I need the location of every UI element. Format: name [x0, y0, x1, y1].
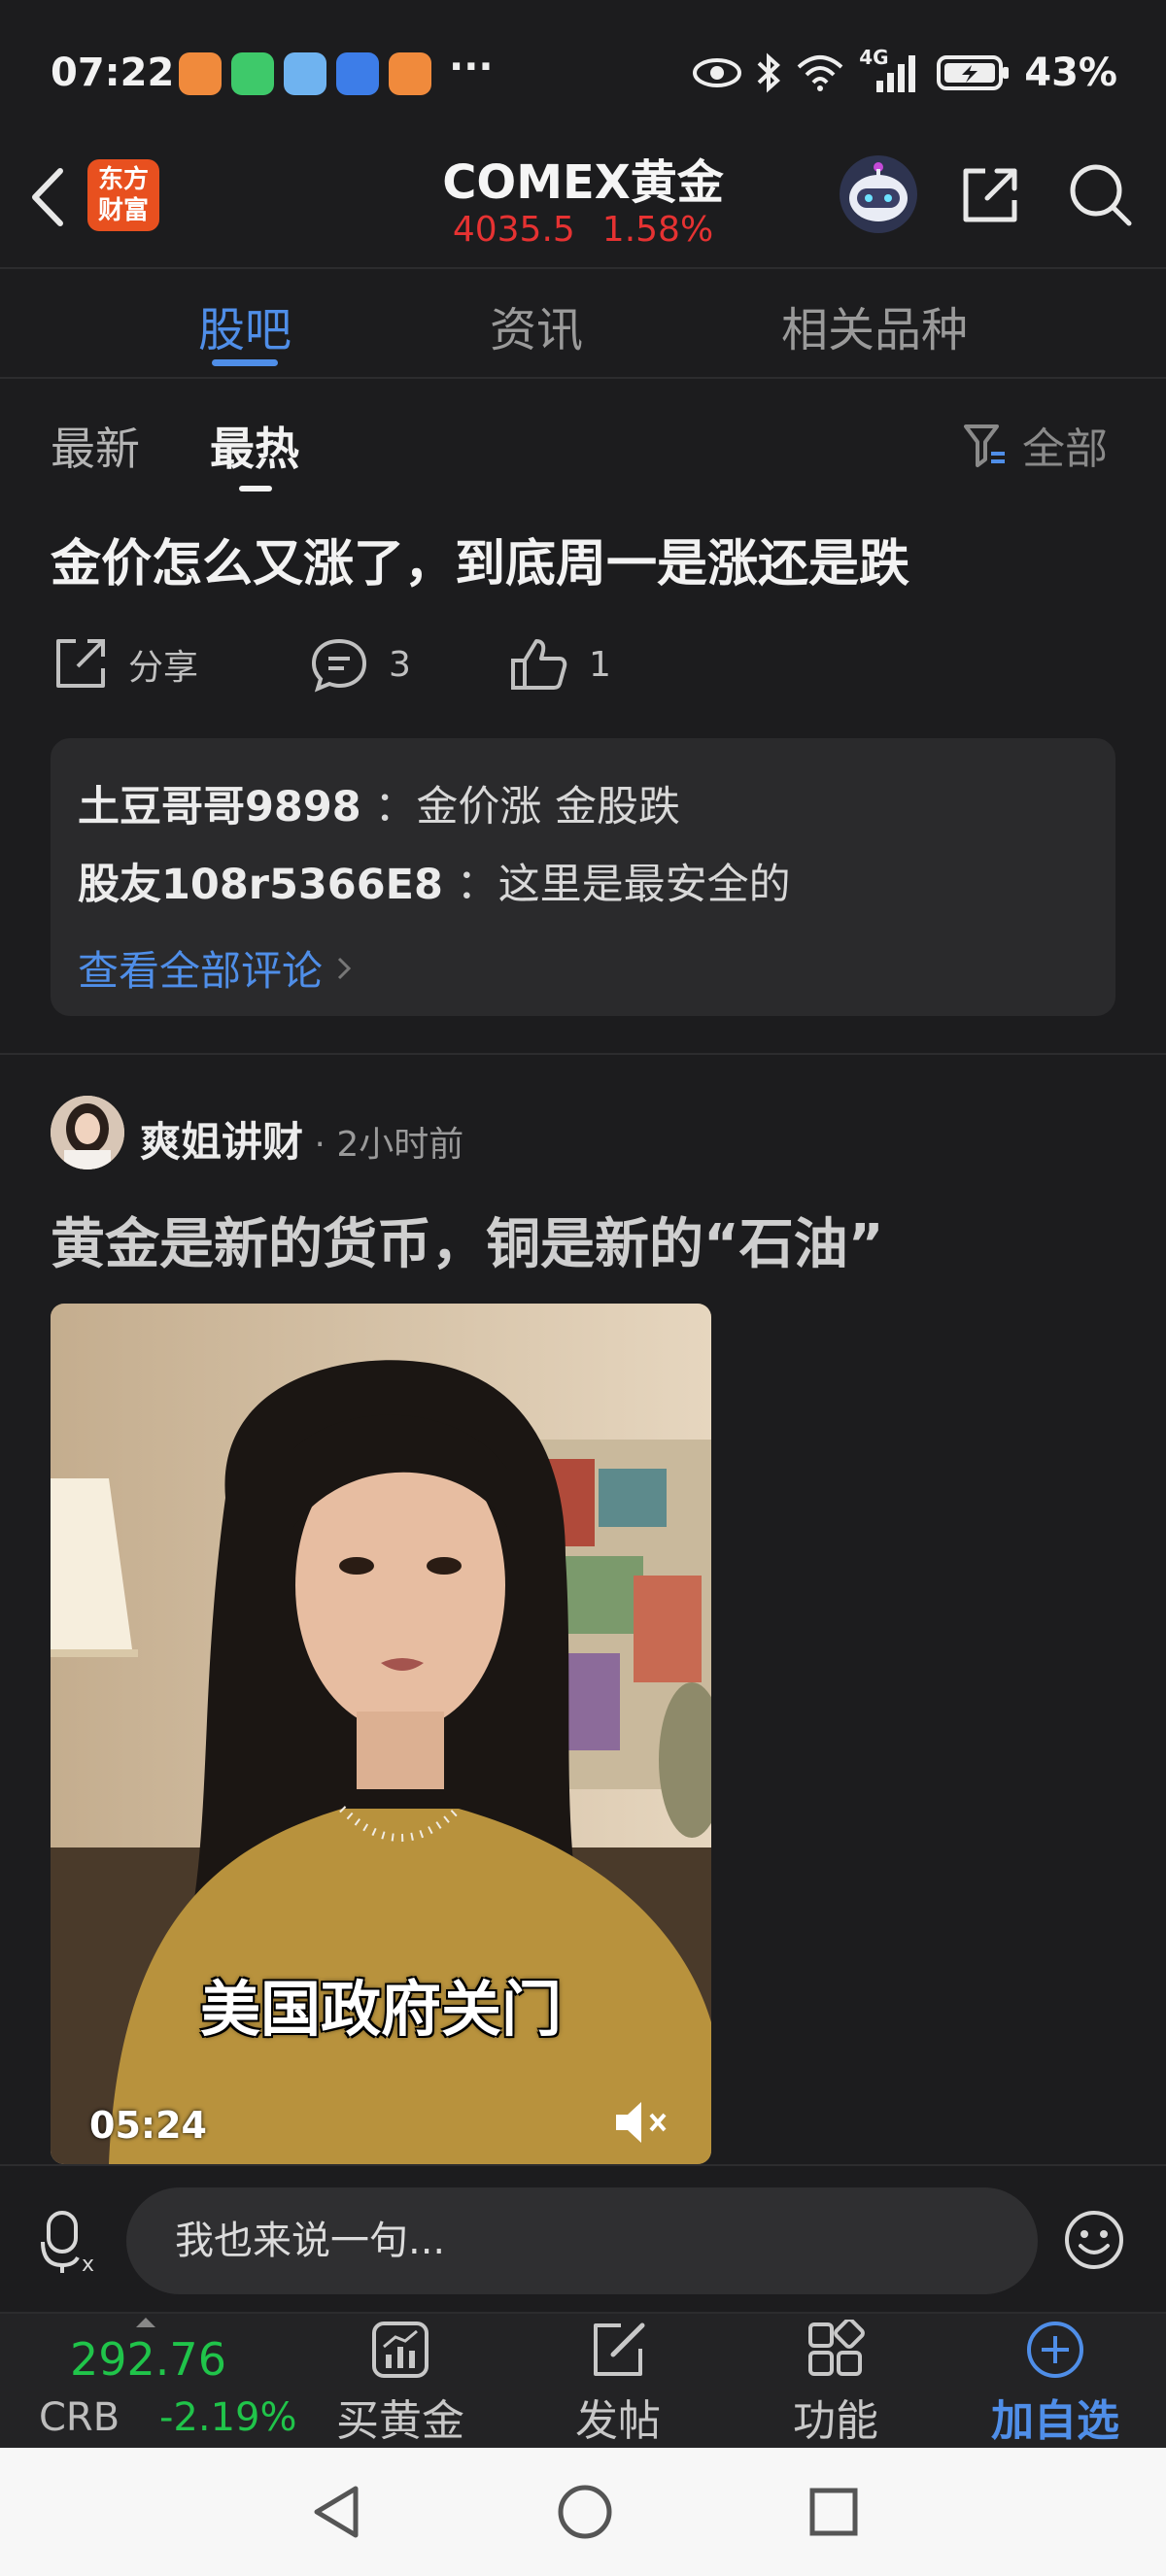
back-icon[interactable]: [25, 163, 70, 231]
edit-icon: [594, 2322, 645, 2376]
avatar[interactable]: [51, 1096, 124, 1169]
plus-circle-icon: [1027, 2322, 1083, 2378]
new-post-label: 发帖: [575, 2396, 661, 2446]
emoji-icon[interactable]: [1063, 2209, 1125, 2271]
add-watchlist-button[interactable]: 加自选: [977, 2320, 1133, 2448]
signal-icon: 4G: [859, 46, 923, 94]
see-all-comments-link[interactable]: 查看全部评论: [78, 938, 352, 998]
app-notification-icon: [389, 52, 431, 95]
like-button[interactable]: 1: [509, 635, 611, 694]
functions-label: 功能: [793, 2396, 878, 2446]
share-icon[interactable]: [958, 163, 1022, 227]
voice-input-icon[interactable]: x: [39, 2207, 101, 2275]
bottom-toolbar: 292.76 CRB -2.19% 买黄金 发帖 功能 加自选: [0, 2312, 1166, 2448]
share-icon: [56, 639, 105, 688]
post-actions: 分享 3 1: [51, 635, 731, 703]
chart-icon: [372, 2322, 429, 2378]
buy-gold-button[interactable]: 买黄金: [323, 2320, 478, 2448]
post-time: · 2小时前: [303, 1125, 464, 1165]
subtab-hottest[interactable]: 最热: [210, 414, 299, 478]
subtab-active-indicator: [239, 486, 272, 491]
chat-notification-icon: [231, 52, 274, 95]
header-divider: [0, 267, 1166, 269]
app-notification-icon: [179, 52, 222, 95]
quote-price[interactable]: 292.76: [70, 2333, 226, 2386]
eye-icon: [693, 58, 742, 87]
tab-related[interactable]: 相关品种: [781, 291, 968, 359]
comment-text: ：这里是最安全的: [456, 861, 791, 909]
see-all-label: 查看全部评论: [78, 947, 324, 995]
status-bar: 07:22 ··· 4G 43%: [0, 0, 1166, 146]
app-logo[interactable]: 东方 财富: [87, 159, 159, 231]
tab-guba[interactable]: 股吧: [198, 291, 292, 359]
status-indicators: 4G 43%: [692, 46, 1117, 95]
post-title[interactable]: 黄金是新的货币，铜是新的“石油”: [51, 1201, 884, 1279]
thumbs-up-icon: [511, 639, 567, 690]
search-icon[interactable]: [1067, 161, 1135, 229]
tab-active-indicator: [212, 359, 278, 366]
comment-bar: x: [0, 2164, 1166, 2312]
header-price: 4035.5: [452, 210, 575, 250]
caret-up-icon: [136, 2318, 155, 2327]
like-count: 1: [589, 644, 611, 685]
system-navigation-bar: [0, 2448, 1166, 2576]
system-home-icon[interactable]: [556, 2483, 614, 2541]
main-tabs: 股吧 资讯 相关品种: [0, 291, 1166, 369]
battery-percent: 43%: [1024, 51, 1117, 95]
comment-row: 股友108r5366E8 ：这里是最安全的: [78, 851, 791, 911]
author-name[interactable]: 爽姐讲财: [140, 1118, 303, 1166]
functions-button[interactable]: 功能: [758, 2320, 913, 2448]
buy-gold-label: 买黄金: [336, 2396, 464, 2446]
share-button[interactable]: 分享: [51, 635, 198, 694]
video-player[interactable]: 美国政府关门 05:24: [51, 1304, 711, 2164]
quote-change[interactable]: -2.19%: [159, 2395, 297, 2440]
subtab-latest[interactable]: 最新: [51, 414, 140, 478]
filter-label: 全部: [1022, 424, 1108, 474]
share-label: 分享: [128, 648, 199, 688]
page-title: COMEX黄金: [442, 155, 724, 210]
more-notifications: ···: [449, 45, 494, 89]
new-post-button[interactable]: 发帖: [540, 2320, 696, 2448]
tabs-divider: [0, 377, 1166, 379]
status-time: 07:22: [51, 51, 175, 95]
post-title[interactable]: 金价怎么又涨了，到底周一是涨还是跌: [51, 523, 909, 595]
ai-assistant-icon[interactable]: [838, 153, 919, 235]
comment-user[interactable]: 土豆哥哥9898: [78, 783, 361, 831]
comment-text: ：金价涨 金股跌: [374, 783, 681, 831]
bluetooth-icon: [757, 52, 781, 93]
post-divider: [0, 1053, 1166, 1055]
logo-text-line1: 东方: [97, 165, 149, 194]
svg-text:x: x: [82, 2253, 94, 2275]
comment-count: 3: [389, 644, 411, 685]
logo-text-line2: 财富: [97, 196, 149, 225]
add-watchlist-label: 加自选: [991, 2396, 1119, 2446]
system-back-icon[interactable]: [309, 2483, 363, 2541]
browser-notification-icon: [336, 52, 379, 95]
battery-icon: [937, 55, 1010, 90]
notification-icons: [179, 52, 431, 95]
quote-subtitle: 4035.5 1.58%: [389, 210, 777, 250]
comment-row: 土豆哥哥9898 ：金价涨 金股跌: [78, 773, 680, 833]
comment-button[interactable]: 3: [309, 635, 411, 694]
filter-button[interactable]: 全部: [962, 414, 1108, 476]
comment-input[interactable]: [126, 2187, 1038, 2294]
system-recents-icon[interactable]: [806, 2483, 861, 2541]
comment-user[interactable]: 股友108r5366E8: [78, 861, 443, 909]
comment-icon: [311, 638, 367, 693]
video-duration: 05:24: [89, 2104, 207, 2147]
mute-icon[interactable]: [612, 2098, 670, 2147]
header-change: 1.58%: [601, 210, 714, 250]
weather-notification-icon: [284, 52, 326, 95]
comments-preview[interactable]: 土豆哥哥9898 ：金价涨 金股跌 股友108r5366E8 ：这里是最安全的 …: [51, 738, 1115, 1016]
grid-icon: [808, 2320, 865, 2376]
wifi-icon: [797, 55, 843, 91]
author-line: 爽姐讲财 · 2小时前: [140, 1109, 463, 1169]
filter-icon: [964, 424, 1005, 467]
tab-news[interactable]: 资讯: [490, 291, 583, 359]
chevron-right-icon: [337, 957, 352, 979]
video-caption: 美国政府关门: [199, 1974, 562, 2045]
quote-name[interactable]: CRB: [39, 2395, 120, 2440]
